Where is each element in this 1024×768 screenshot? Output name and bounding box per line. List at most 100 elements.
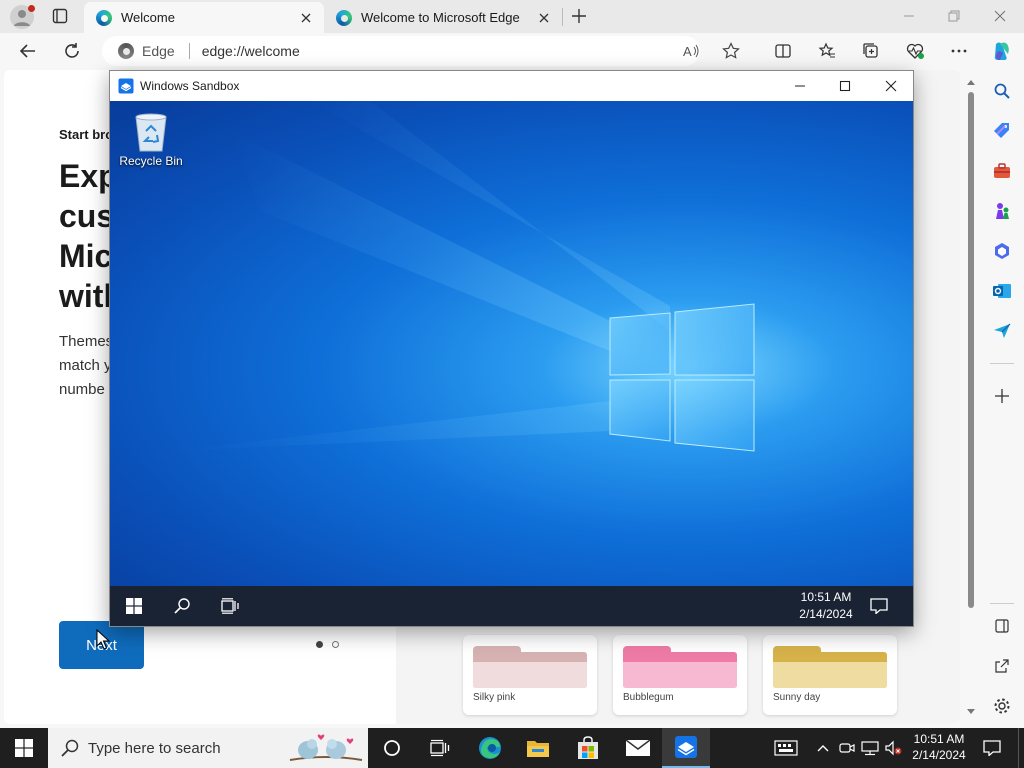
notification-icon xyxy=(870,598,888,614)
sandbox-search-button[interactable] xyxy=(159,586,205,626)
close-icon xyxy=(885,80,897,92)
taskbar-file-explorer-button[interactable] xyxy=(514,728,562,768)
favorite-star-button[interactable] xyxy=(717,37,745,65)
profile-avatar[interactable] xyxy=(10,5,35,29)
taskbar-store-button[interactable] xyxy=(564,728,612,768)
tray-app-icon-button[interactable] xyxy=(762,728,810,768)
cortana-circle-icon xyxy=(384,740,400,756)
sandbox-app-icon xyxy=(675,736,697,758)
notification-icon xyxy=(983,740,1001,756)
sandbox-start-button[interactable] xyxy=(111,586,157,626)
sandbox-maximize-button[interactable] xyxy=(831,72,859,100)
tray-volume-button[interactable] xyxy=(882,728,906,768)
sidebar-search-button[interactable] xyxy=(990,79,1014,103)
windows-logo-icon xyxy=(15,739,33,757)
paper-plane-icon xyxy=(994,323,1011,338)
taskbar-sandbox-button[interactable] xyxy=(662,728,710,768)
collections-button[interactable] xyxy=(857,37,885,65)
task-view-button[interactable] xyxy=(416,728,464,768)
outlook-icon xyxy=(993,284,1011,298)
sidebar-shopping-button[interactable] xyxy=(990,119,1014,143)
sidebar-hide-button[interactable] xyxy=(990,614,1014,638)
recycle-bin-desktop-icon[interactable]: Recycle Bin xyxy=(116,109,186,168)
sandbox-titlebar[interactable]: Windows Sandbox xyxy=(110,71,913,101)
taskbar-edge-button[interactable] xyxy=(466,728,514,768)
search-placeholder: Type here to search xyxy=(88,739,221,757)
tray-network-button[interactable] xyxy=(858,728,882,768)
scroll-up-icon[interactable] xyxy=(966,78,976,86)
sandbox-notifications-button[interactable] xyxy=(856,586,902,626)
close-tab-icon[interactable] xyxy=(536,10,552,26)
sandbox-task-view-button[interactable] xyxy=(207,586,253,626)
sandbox-clock[interactable]: 10:51 AM 2/14/2024 xyxy=(788,589,864,623)
action-center-button[interactable] xyxy=(972,728,1012,768)
taskbar-search-box[interactable]: Type here to search xyxy=(48,728,368,768)
close-tab-icon[interactable] xyxy=(298,10,314,26)
read-aloud-button[interactable]: A xyxy=(677,37,705,65)
back-button[interactable] xyxy=(14,37,42,65)
sidebar-open-external-button[interactable] xyxy=(990,654,1014,678)
page-scrollbar[interactable] xyxy=(962,78,980,718)
volume-muted-icon xyxy=(885,740,902,756)
edge-logo-icon xyxy=(336,9,352,26)
tab-strip: Welcome Welcome to Microsoft Edge xyxy=(0,0,1024,33)
start-button[interactable] xyxy=(0,728,48,768)
scroll-thumb[interactable] xyxy=(968,92,974,608)
sidebar-games-button[interactable] xyxy=(990,199,1014,223)
tab-welcome[interactable]: Welcome xyxy=(84,2,324,33)
theme-card-bubblegum[interactable]: Bubblegum xyxy=(613,635,747,715)
sandbox-minimize-button[interactable] xyxy=(786,72,814,100)
star-icon xyxy=(722,42,740,59)
search-highlight-birds-icon xyxy=(289,734,363,761)
refresh-button[interactable] xyxy=(58,37,86,65)
split-screen-icon xyxy=(775,44,791,58)
sandbox-window[interactable]: Windows Sandbox Recycle Bin 10:51 AM 2/1… xyxy=(109,70,914,627)
chevron-up-icon xyxy=(817,745,829,752)
sandbox-close-button[interactable] xyxy=(877,72,905,100)
cortana-button[interactable] xyxy=(368,728,416,768)
microsoft-365-icon xyxy=(995,243,1009,259)
sidebar-send-button[interactable] xyxy=(990,319,1014,343)
recycle-bin-icon xyxy=(135,113,167,152)
url-text[interactable]: edge://welcome xyxy=(202,43,300,59)
back-arrow-icon xyxy=(19,44,35,58)
taskbar-clock[interactable]: 10:51 AM 2/14/2024 xyxy=(908,731,970,763)
address-bar[interactable]: Edge edge://welcome A xyxy=(102,36,740,66)
tray-meet-button[interactable] xyxy=(836,728,858,768)
split-screen-button[interactable] xyxy=(769,37,797,65)
new-tab-button[interactable] xyxy=(565,2,593,30)
sidebar-settings-button[interactable] xyxy=(990,694,1014,718)
more-dots-icon xyxy=(951,49,967,53)
copilot-button[interactable] xyxy=(988,37,1016,65)
tab-label: Welcome xyxy=(121,10,175,25)
minimize-button[interactable] xyxy=(895,2,923,30)
sidebar-m365-button[interactable] xyxy=(990,239,1014,263)
tab-actions-button[interactable] xyxy=(46,2,74,30)
close-window-button[interactable] xyxy=(986,2,1014,30)
sidebar-tools-button[interactable] xyxy=(990,159,1014,183)
sidebar-add-button[interactable] xyxy=(990,384,1014,408)
sandbox-clock-time: 10:51 AM xyxy=(800,590,852,604)
store-bag-icon xyxy=(578,736,598,759)
read-aloud-icon: A xyxy=(683,44,699,59)
carousel-dot[interactable] xyxy=(332,641,339,648)
svg-text:A: A xyxy=(683,44,692,59)
carousel-dot-active[interactable] xyxy=(316,641,323,648)
theme-card-sunny-day[interactable]: Sunny day xyxy=(763,635,897,715)
browser-essentials-button[interactable] xyxy=(901,37,929,65)
taskbar-mail-button[interactable] xyxy=(614,728,662,768)
show-desktop-button[interactable] xyxy=(1018,728,1024,768)
tab-welcome-to-edge[interactable]: Welcome to Microsoft Edge xyxy=(324,2,562,33)
sandbox-desktop[interactable]: Recycle Bin xyxy=(110,101,913,586)
sidebar-outlook-button[interactable] xyxy=(990,279,1014,303)
refresh-icon xyxy=(65,43,79,58)
favorites-button[interactable] xyxy=(813,37,841,65)
settings-more-button[interactable] xyxy=(945,37,973,65)
windows-logo-icon xyxy=(126,598,142,614)
theme-card-silky-pink[interactable]: Silky pink xyxy=(463,635,597,715)
scroll-down-icon[interactable] xyxy=(966,708,976,716)
show-hidden-icons-button[interactable] xyxy=(810,728,836,768)
collections-icon xyxy=(863,43,878,58)
restore-button[interactable] xyxy=(940,2,968,30)
keyboard-touch-icon xyxy=(774,740,798,756)
